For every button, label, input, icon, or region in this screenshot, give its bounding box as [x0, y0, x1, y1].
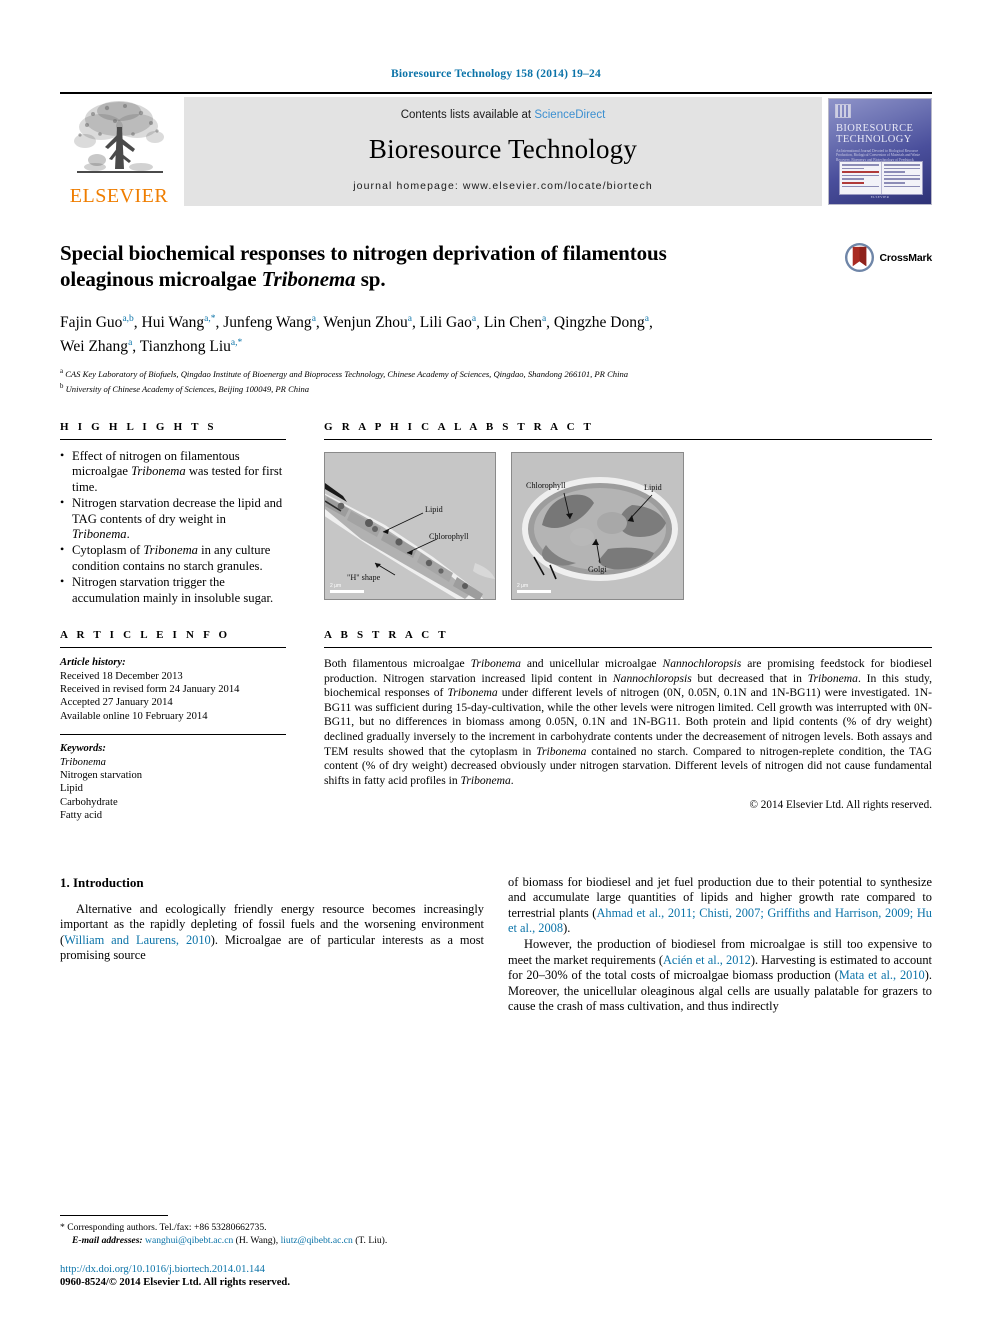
highlights-section: H I G H L I G H T S Effect of nitrogen o…: [60, 421, 308, 607]
cover-figure: [839, 161, 923, 195]
abstract-copyright: © 2014 Elsevier Ltd. All rights reserved…: [749, 799, 933, 812]
highlights-heading: H I G H L I G H T S: [60, 421, 217, 434]
journal-masthead: ELSEVIER Contents lists available at Sci…: [60, 92, 932, 210]
affiliations: a CAS Key Laboratory of Biofuels, Qingda…: [60, 366, 932, 395]
crossmark-badge[interactable]: CrossMark: [844, 242, 932, 273]
article-history: Article history: Received 18 December 20…: [60, 656, 286, 723]
history-revised: Received in revised form 24 January 2014: [60, 683, 240, 695]
corresponding-marker: *: [60, 1222, 65, 1233]
author-line-2: Wei Zhanga, Tianzhong Liua,*: [60, 338, 243, 356]
keyword-item: Carbohydrate: [60, 796, 118, 808]
sciencedirect-link[interactable]: ScienceDirect: [534, 109, 605, 121]
contents-available-line: Contents lists available at ScienceDirec…: [401, 109, 606, 121]
article-title-line1: Special biochemical responses to nitroge…: [60, 241, 667, 265]
list-item: Nitrogen starvation trigger the accumula…: [60, 574, 286, 606]
keywords-label: Keywords:: [60, 743, 106, 755]
doi-link[interactable]: http://dx.doi.org/10.1016/j.biortech.201…: [60, 1263, 560, 1276]
citation-link[interactable]: Mata et al., 2010: [839, 968, 925, 982]
articleinfo-abstract-band: A R T I C L E I N F O Article history: R…: [60, 629, 932, 822]
history-online: Available online 10 February 2014: [60, 710, 208, 722]
corresponding-author-note: * Corresponding authors. Tel./fax: +86 5…: [60, 1222, 267, 1233]
history-received: Received 18 December 2013: [60, 670, 183, 682]
list-item: Cytoplasm of Tribonema in any culture co…: [60, 542, 286, 574]
crossmark-label: CrossMark: [879, 251, 933, 264]
article-title-line2-pre: oleaginous microalgae: [60, 267, 262, 291]
label-golgi: Golgi: [588, 565, 607, 575]
intro-paragraph-right-2: However, the production of biodiesel fro…: [508, 936, 932, 1014]
title-block: Special biochemical responses to nitroge…: [60, 240, 932, 292]
keyword-item: Fatty acid: [60, 810, 103, 822]
contents-prefix: Contents lists available at: [400, 109, 535, 121]
highlights-list: Effect of nitrogen on filamentous microa…: [60, 448, 286, 606]
cover-title: BIORESOURCE TECHNOLOGY: [836, 123, 914, 145]
highlights-graphical-band: H I G H L I G H T S Effect of nitrogen o…: [60, 421, 932, 607]
keywords-block: Keywords: Tribonema Nitrogen starvation …: [60, 742, 286, 822]
body-column-right: of biomass for biodiesel and jet fuel pr…: [508, 875, 932, 1015]
label-lipid: Lipid: [644, 483, 662, 493]
affiliation-b: b University of Chinese Academy of Scien…: [60, 382, 310, 394]
article-info-section: A R T I C L E I N F O Article history: R…: [60, 629, 308, 822]
divider: [60, 1215, 168, 1216]
elsevier-wordmark: ELSEVIER: [69, 185, 169, 207]
graphical-abstract-heading: G R A P H I C A L A B S T R A C T: [324, 421, 595, 434]
journal-homepage-url[interactable]: journal homepage: www.elsevier.com/locat…: [353, 180, 653, 192]
label-h-shape: "H" shape: [347, 573, 381, 583]
abstract-body: Both filamentous microalgae Tribonema an…: [324, 657, 933, 787]
article-history-label: Article history:: [60, 657, 126, 669]
email-link-liu[interactable]: liutz@qibebt.ac.cn: [281, 1235, 353, 1246]
elsevier-logo: ELSEVIER: [60, 94, 178, 210]
history-accepted: Accepted 27 January 2014: [60, 697, 173, 709]
article-title-genus: Tribonema: [261, 267, 356, 291]
intro-paragraph-right-1: of biomass for biodiesel and jet fuel pr…: [508, 874, 933, 936]
divider: [60, 647, 286, 649]
divider: [60, 439, 286, 441]
list-item: Nitrogen starvation decrease the lipid a…: [60, 495, 286, 542]
divider: [324, 439, 932, 441]
affiliation-a: a CAS Key Laboratory of Biofuels, Qingda…: [60, 368, 629, 380]
article-info-heading: A R T I C L E I N F O: [60, 629, 231, 642]
cover-footer: ELSEVIER: [870, 195, 890, 199]
body-columns: 1. Introduction Alternative and ecologic…: [60, 875, 932, 1015]
tem-image-filament: 2 μm Lipid Chlorophyll "H" shape: [324, 452, 496, 601]
label-lipid: Lipid: [425, 505, 443, 515]
graphical-abstract-section: G R A P H I C A L A B S T R A C T 2 μm L…: [308, 421, 932, 607]
tem-image-cell: 2 μm Chlorophyll Lipid Golgi: [511, 452, 684, 601]
page-title: Special biochemical responses to nitroge…: [60, 240, 812, 292]
keyword-item: Lipid: [60, 783, 83, 795]
citation-link[interactable]: Acién et al., 2012: [663, 953, 751, 967]
svg-text:2 μm: 2 μm: [517, 583, 528, 589]
author-line-1: Fajin Guoa,b, Hui Wanga,*, Junfeng Wanga…: [60, 314, 653, 332]
body-column-left: 1. Introduction Alternative and ecologic…: [60, 875, 484, 1015]
author-list: Fajin Guoa,b, Hui Wanga,*, Junfeng Wanga…: [60, 309, 932, 357]
label-chlorophyll: Chlorophyll: [429, 532, 469, 542]
journal-title: Bioresource Technology: [368, 134, 638, 164]
graphical-abstract-images: 2 μm Lipid Chlorophyll "H" shape 2 μm Ch…: [324, 452, 932, 601]
intro-paragraph-left: Alternative and ecologically friendly en…: [60, 901, 484, 963]
journal-cover-thumbnail: BIORESOURCE TECHNOLOGY An International …: [828, 98, 932, 205]
abstract-heading: A B S T R A C T: [324, 629, 449, 642]
label-chlorophyll: Chlorophyll: [526, 481, 566, 491]
cover-elsevier-mark: [835, 104, 851, 118]
list-item: Effect of nitrogen on filamentous microa…: [60, 448, 286, 495]
svg-text:2 μm: 2 μm: [330, 583, 341, 589]
masthead-center-panel: Contents lists available at ScienceDirec…: [184, 97, 822, 206]
keyword-item: Tribonema: [60, 756, 106, 768]
footnote-block: * Corresponding authors. Tel./fax: +86 5…: [60, 1215, 484, 1247]
email-link-wang[interactable]: wanghui@qibebt.ac.cn: [145, 1235, 233, 1246]
journal-article-page: Bioresource Technology 158 (2014) 19–24: [0, 0, 992, 1323]
divider: [60, 734, 286, 736]
running-head: Bioresource Technology 158 (2014) 19–24: [391, 68, 601, 80]
elsevier-tree-icon: [74, 101, 164, 173]
issn-copyright: 0960-8524/© 2014 Elsevier Ltd. All right…: [60, 1277, 290, 1288]
abstract-section: A B S T R A C T Both filamentous microal…: [308, 629, 932, 822]
email-note: E-mail addresses: wanghui@qibebt.ac.cn (…: [72, 1235, 388, 1246]
section-title-introduction: 1. Introduction: [60, 874, 144, 890]
article-title-line2-post: sp.: [355, 267, 386, 291]
keyword-item: Nitrogen starvation: [60, 769, 143, 781]
divider: [324, 647, 932, 649]
doi-block: http://dx.doi.org/10.1016/j.biortech.201…: [60, 1263, 560, 1289]
crossmark-icon: [844, 242, 875, 273]
citation-link[interactable]: William and Laurens, 2010: [64, 933, 211, 947]
